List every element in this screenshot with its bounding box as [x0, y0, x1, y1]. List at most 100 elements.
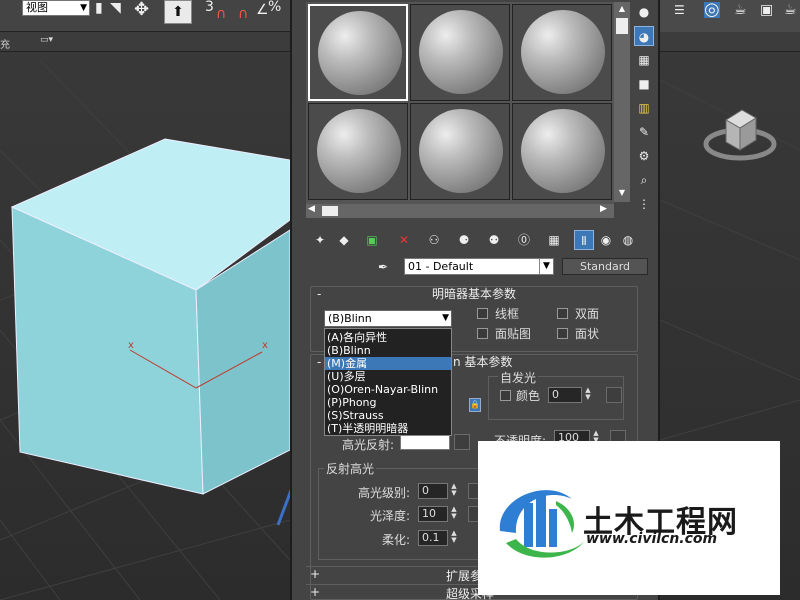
- chevron-down-icon[interactable]: ▼: [539, 259, 553, 274]
- angle-snap-icon[interactable]: ∩: [238, 6, 248, 22]
- reference-coordinate-combo[interactable]: 视图 ▼: [22, 0, 90, 16]
- select-by-material-icon[interactable]: ⌕: [634, 170, 654, 190]
- faceted-label: 面状: [575, 327, 600, 341]
- layers-icon[interactable]: ☰: [674, 2, 685, 18]
- background-checker-icon[interactable]: ▦: [634, 50, 654, 70]
- scroll-down-icon[interactable]: ▼: [616, 188, 628, 198]
- put-to-scene-icon[interactable]: ◆: [334, 230, 354, 250]
- render-setup-icon[interactable]: ☕: [734, 2, 747, 18]
- shader-option[interactable]: (T)半透明明暗器: [325, 422, 451, 435]
- material-id-channel-icon[interactable]: ⓪: [514, 230, 534, 250]
- show-end-result-icon[interactable]: Ⅱ: [574, 230, 594, 250]
- shader-option[interactable]: (P)Phong: [325, 396, 451, 409]
- backlight-icon[interactable]: ◕: [634, 26, 654, 46]
- sample-slot-5[interactable]: [410, 103, 510, 200]
- scroll-up-icon[interactable]: ▲: [616, 4, 628, 14]
- make-unique-icon[interactable]: ⚈: [454, 230, 474, 250]
- render-icon[interactable]: ☕: [784, 2, 797, 18]
- spinner-arrows-icon[interactable]: ▲ ▼: [449, 530, 459, 546]
- manipulate-icon[interactable]: ✥: [134, 1, 149, 19]
- faceted-checkbox[interactable]: [557, 328, 568, 339]
- shader-type-dropdown-list: (A)各向异性 (B)Blinn (M)金属 (U)多层 (O)Oren-Nayar-B…: [324, 328, 452, 436]
- scroll-thumb[interactable]: [616, 18, 628, 34]
- self-illum-map-button[interactable]: [606, 387, 622, 403]
- sample-sphere: [521, 10, 605, 94]
- scroll-left-icon[interactable]: ◀: [308, 204, 315, 214]
- shader-type-combo[interactable]: (B)Blinn ▼: [324, 310, 452, 327]
- go-forward-sibling-icon[interactable]: ◍: [618, 230, 638, 250]
- go-to-parent-icon[interactable]: ◉: [596, 230, 616, 250]
- wire-checkbox[interactable]: [477, 308, 488, 319]
- self-illum-spinner[interactable]: 0: [548, 387, 582, 403]
- rollout-title: 明暗器基本参数: [431, 287, 516, 301]
- lock-icon[interactable]: 🔒: [469, 398, 481, 412]
- sample-slot-4[interactable]: [308, 103, 408, 200]
- material-editor-icon[interactable]: ◎: [704, 1, 720, 19]
- watermark-logo: [499, 490, 586, 558]
- axis-label-left: x: [128, 340, 134, 351]
- rollout-title: 扩展参: [446, 569, 483, 583]
- keyboard-shortcut-override-button[interactable]: ⬆: [164, 0, 192, 24]
- percent-snap-button[interactable]: %: [268, 0, 281, 15]
- spinner-arrows-icon[interactable]: ▲ ▼: [449, 483, 459, 499]
- shader-option[interactable]: (M)金属: [325, 357, 451, 370]
- angle-snap-toggle-icon[interactable]: ∠: [256, 2, 269, 18]
- spinner-arrows-icon[interactable]: ▲ ▼: [449, 506, 459, 522]
- rollout-collapse-icon[interactable]: -: [317, 355, 321, 369]
- soften-spinner[interactable]: 0.1: [418, 530, 448, 546]
- two-sided-checkbox[interactable]: [557, 308, 568, 319]
- wire-label: 线框: [495, 307, 520, 321]
- reset-map-icon[interactable]: ✕: [394, 230, 414, 250]
- copy-material-icon[interactable]: ⚇: [424, 230, 444, 250]
- spinner-arrows-icon[interactable]: ▲ ▼: [583, 387, 593, 403]
- video-color-check-icon[interactable]: ▥: [634, 98, 654, 118]
- pivot-flyout-icon[interactable]: ◥: [110, 0, 121, 16]
- sample-slot-2[interactable]: [410, 4, 510, 101]
- sample-slot-6[interactable]: [512, 103, 612, 200]
- shader-option[interactable]: (B)Blinn: [325, 344, 451, 357]
- ribbon-dropdown-button[interactable]: ▭▾: [40, 35, 66, 47]
- face-map-checkbox[interactable]: [477, 328, 488, 339]
- pick-material-eyedropper-icon[interactable]: ✒: [378, 260, 388, 274]
- options-icon[interactable]: ⚙: [634, 146, 654, 166]
- reference-coordinate-value: 视图: [26, 1, 48, 14]
- material-map-navigator-icon[interactable]: ⋮: [634, 194, 654, 214]
- shader-option[interactable]: (O)Oren-Nayar-Blinn: [325, 383, 451, 396]
- shader-option[interactable]: (A)各向异性: [325, 331, 451, 344]
- pivot-icon[interactable]: ▮: [95, 0, 103, 16]
- material-type-button[interactable]: Standard: [562, 258, 648, 275]
- self-illum-color-checkbox[interactable]: [500, 390, 511, 401]
- show-map-in-viewport-icon[interactable]: ▦: [544, 230, 564, 250]
- filling-label: 充: [0, 40, 10, 51]
- material-name-field[interactable]: 01 - Default ▼: [404, 258, 554, 275]
- specular-color-swatch[interactable]: [400, 434, 450, 450]
- snap-toggle-button[interactable]: 3: [205, 0, 214, 15]
- rollout-header[interactable]: - 明暗器基本参数: [311, 287, 637, 303]
- specular-map-button[interactable]: [454, 434, 470, 450]
- self-illumination-label: 自发光: [498, 369, 539, 386]
- rollout-expand-icon[interactable]: +: [310, 585, 320, 599]
- scroll-right-icon[interactable]: ▶: [600, 204, 607, 214]
- specular-level-spinner[interactable]: 0: [418, 483, 448, 499]
- shader-option[interactable]: (S)Strauss: [325, 409, 451, 422]
- sample-type-sphere-icon[interactable]: ●: [634, 2, 654, 22]
- put-to-library-icon[interactable]: ⚉: [484, 230, 504, 250]
- viewcube[interactable]: [702, 100, 778, 170]
- rendered-frame-icon[interactable]: ▣: [760, 2, 773, 18]
- keyboard-shortcut-icon: ⬆: [172, 4, 184, 20]
- shader-option[interactable]: (U)多层: [325, 370, 451, 383]
- rollout-expand-icon[interactable]: +: [310, 567, 320, 581]
- sample-slot-1[interactable]: [308, 4, 408, 101]
- glossiness-spinner[interactable]: 10: [418, 506, 448, 522]
- slots-horizontal-scrollbar[interactable]: ◀ ▶: [306, 204, 614, 218]
- sample-slot-3[interactable]: [512, 4, 612, 101]
- snap-magnet-icon[interactable]: ∩: [216, 6, 226, 22]
- make-preview-icon[interactable]: ✎: [634, 122, 654, 142]
- assign-material-icon[interactable]: ▣: [362, 230, 382, 250]
- scroll-thumb[interactable]: [322, 206, 338, 216]
- watermark-url: www.civilcn.com: [586, 531, 718, 547]
- slots-vertical-scrollbar[interactable]: ▲ ▼: [614, 2, 630, 202]
- chevron-down-icon: ▼: [80, 3, 87, 13]
- get-material-icon[interactable]: ✦: [310, 230, 330, 250]
- sample-uv-tiling-icon[interactable]: ■: [634, 74, 654, 94]
